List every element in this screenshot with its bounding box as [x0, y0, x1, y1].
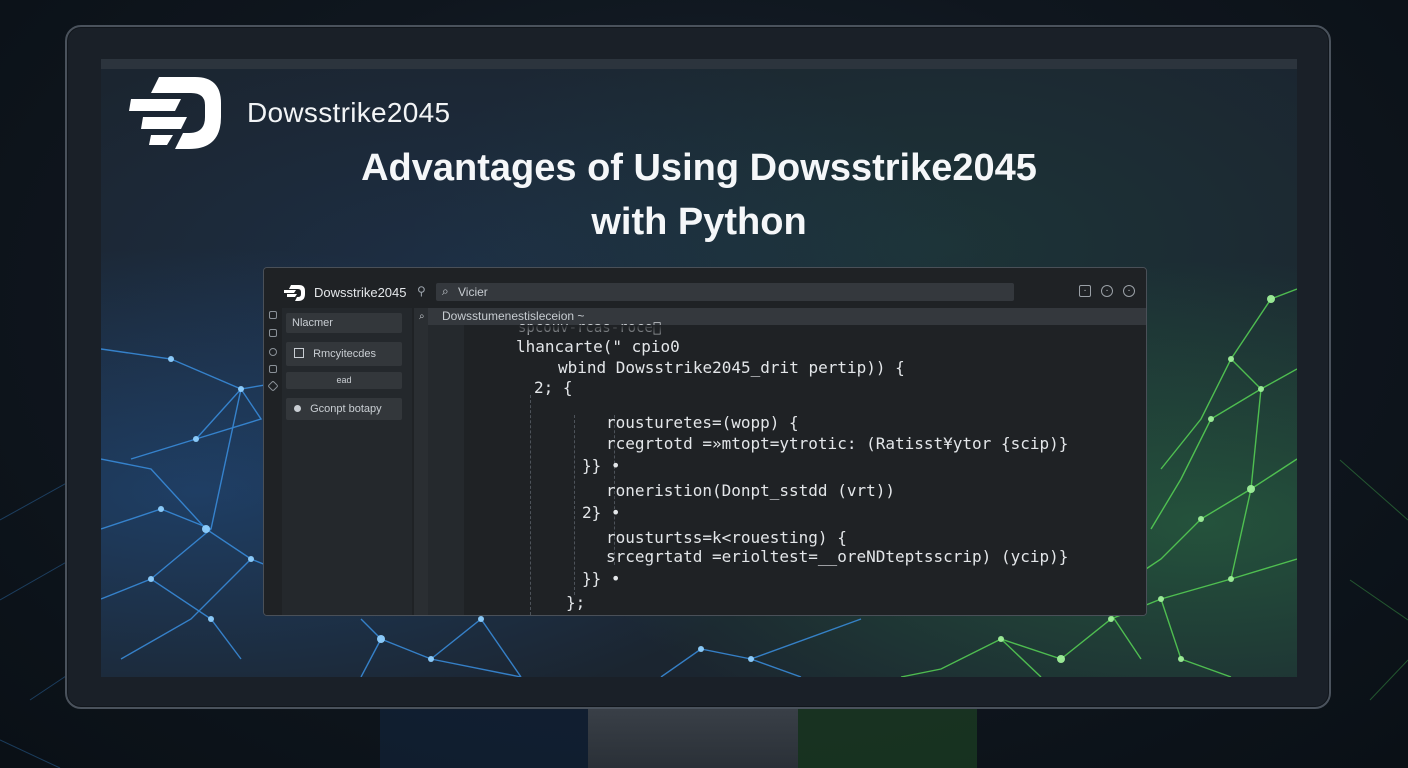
code-line: rcegrtotd =»mtopt=ytrotic: (Ratisst¥ytor… [606, 434, 1069, 453]
clock-icon[interactable]: · [1123, 285, 1135, 297]
sidebar-item-gconpt-botapy[interactable]: Gconpt botapy [286, 398, 402, 420]
circle-icon [294, 405, 301, 412]
indent-guide [530, 395, 531, 615]
editor-top-fade [464, 325, 1146, 337]
line-number-gutter [428, 325, 464, 615]
activity-bar [264, 308, 282, 615]
sidebar-item-label: Nlacmer [292, 317, 333, 329]
code-line: lhancarte(" cpio0 [516, 337, 680, 356]
pin-icon[interactable]: ⚲ [417, 284, 426, 298]
code-line: roneristion(Donpt_sstdd (vrt)) [606, 481, 895, 500]
target-icon[interactable] [269, 348, 277, 356]
code-line: wbind Dowsstrike2045_drit pertip)) { [558, 358, 905, 377]
ide-logo-icon [284, 285, 305, 301]
tile-icon [294, 348, 304, 358]
monitor-stand [588, 706, 798, 768]
code-line: srcegrtatd =erioltest=__oreNDteptsscrip)… [606, 547, 1069, 566]
ide-titlebar: Dowsstrike2045 ⚲ ⌕ Vicier · · · [264, 268, 1146, 308]
code-line: }} • [582, 569, 621, 588]
page-title: Advantages of Using Dowsstrike2045 with … [101, 141, 1297, 249]
code-line: 2; { [534, 378, 573, 397]
code-editor[interactable]: spcouv-rcas-roce  lhancarte(" cpio0 wbin… [464, 320, 1146, 615]
screen: Dowsstrike2045 Advantages of Using Dowss… [101, 59, 1297, 677]
sidebar-item-ead[interactable]: ead [286, 372, 402, 389]
brand-name: Dowsstrike2045 [247, 97, 451, 128]
files-icon[interactable] [269, 311, 277, 319]
sidebar-item-label: Gconpt botapy [310, 403, 382, 415]
square-icon[interactable]: · [1079, 285, 1091, 297]
ide-app-name: Dowsstrike2045 [314, 285, 407, 300]
tab-search-icon: ⌕ [419, 311, 425, 322]
code-line: }; [566, 593, 586, 612]
sidebar-item-nlacmer[interactable]: Nlacmer [286, 313, 402, 333]
search-input[interactable]: ⌕ Vicier [436, 283, 1014, 301]
code-line: }} • [582, 456, 621, 475]
search-value: Vicier [458, 285, 488, 299]
search-icon: ⌕ [442, 284, 449, 298]
page-title-line1: Advantages of Using Dowsstrike2045 [361, 147, 1037, 189]
list-icon[interactable] [269, 329, 277, 337]
editor-gutter-left [414, 308, 428, 615]
page-title-line2: with Python [591, 201, 807, 243]
sidebar-item-label: ead [336, 375, 352, 385]
indent-guide [574, 415, 575, 595]
grid-icon[interactable] [269, 365, 277, 373]
screen-top-bar [101, 59, 1297, 69]
code-line: rousturetes=(wopp) { [606, 413, 799, 432]
sidebar-item-label: Rmcyitecdes [313, 348, 377, 360]
sidebar: Nlacmer Rmcyitecdes ead Gconpt botapy [282, 308, 412, 615]
code-line: 2} • [582, 503, 621, 522]
diamond-icon[interactable] [267, 380, 279, 392]
code-line: rousturtss=k<rouesting) { [606, 528, 847, 547]
sidebar-item-rmcyitecdes[interactable]: Rmcyitecdes [286, 342, 402, 366]
gear-icon[interactable]: · [1101, 285, 1113, 297]
ide-window: Dowsstrike2045 ⚲ ⌕ Vicier · · · Nlacmer … [263, 267, 1147, 616]
